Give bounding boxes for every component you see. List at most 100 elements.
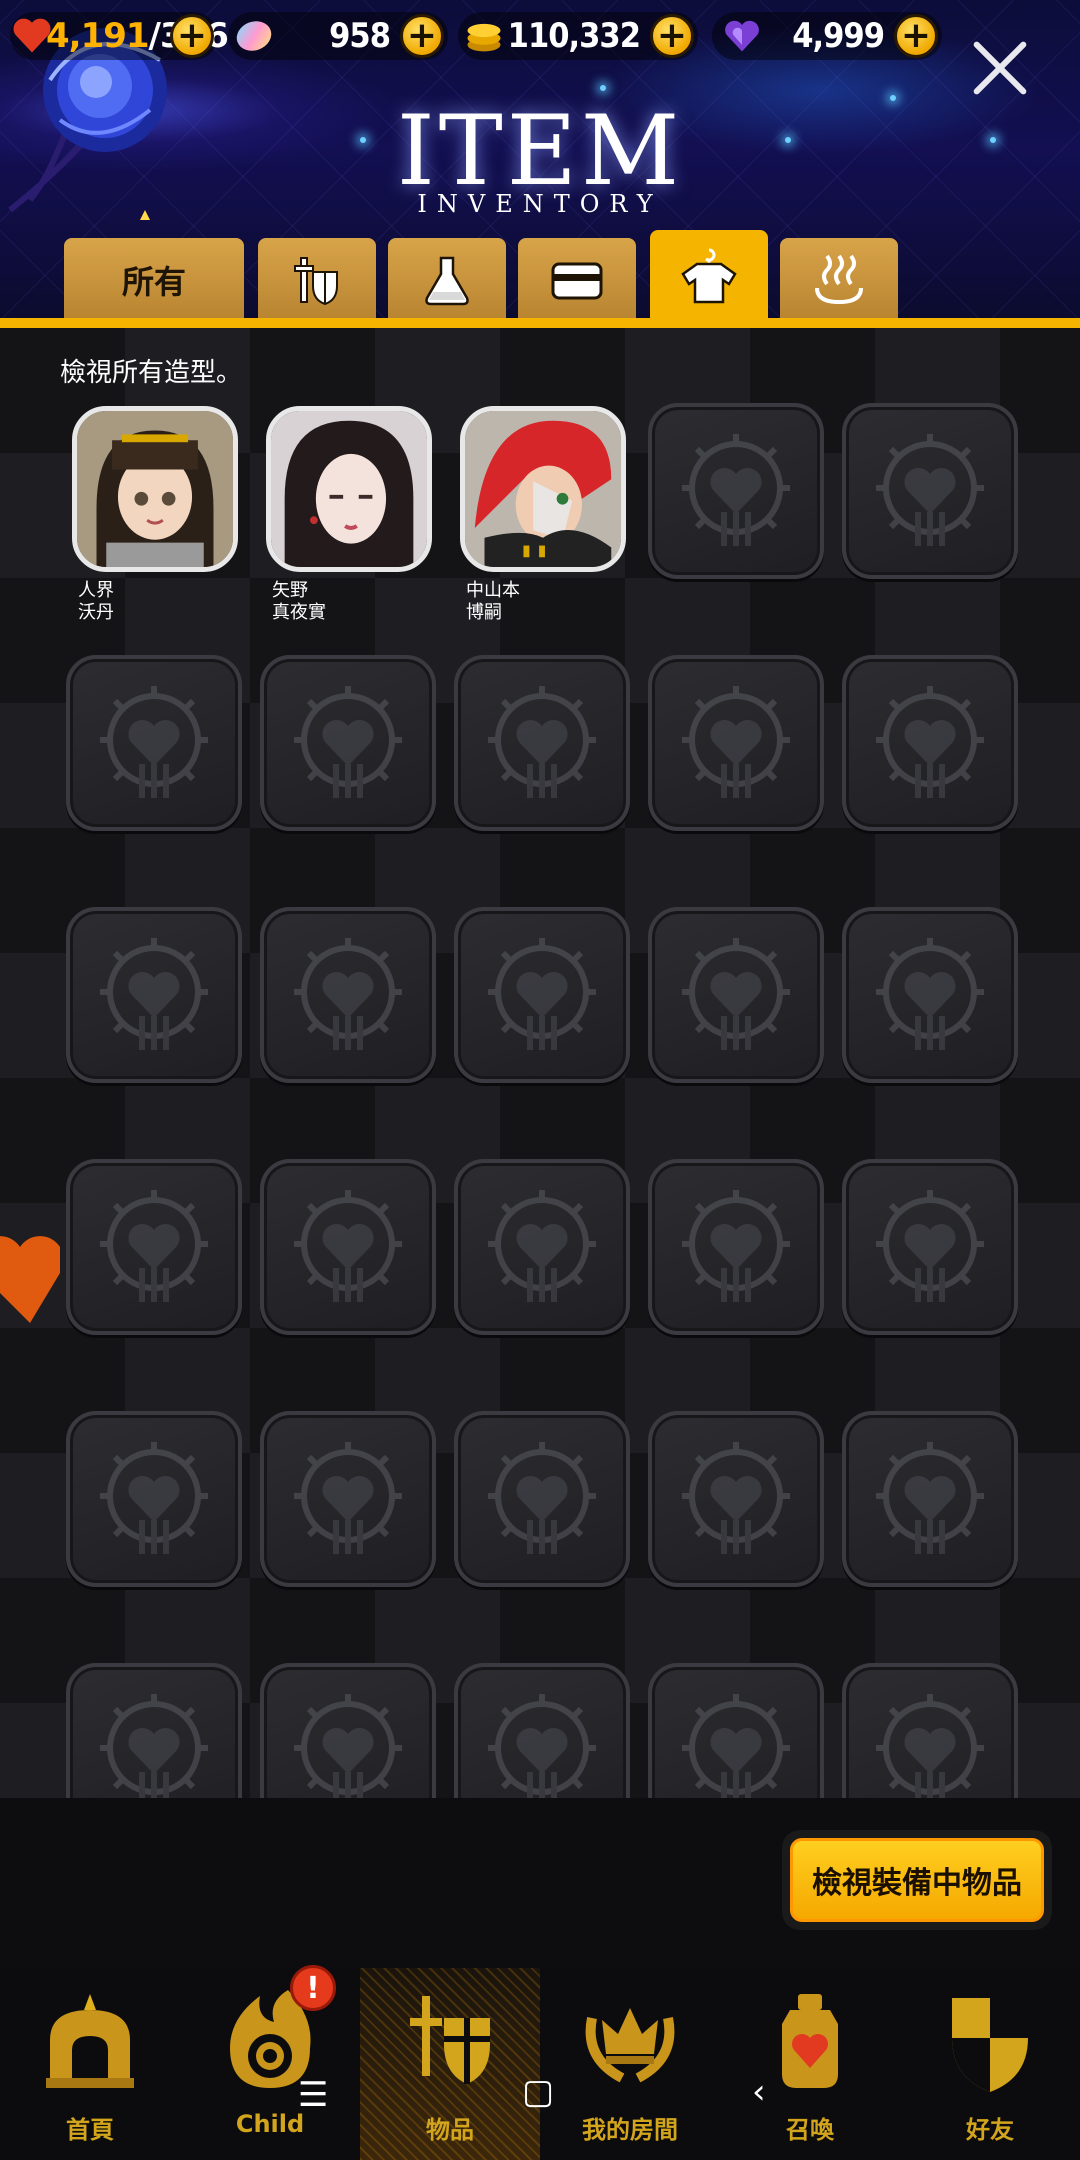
tab-consumables[interactable] <box>388 238 506 322</box>
empty-inventory-slot[interactable] <box>648 403 824 579</box>
character-name: 人界 沃丹 <box>78 580 114 624</box>
empty-inventory-slot[interactable] <box>454 1159 630 1335</box>
empty-inventory-slot[interactable] <box>842 655 1018 831</box>
locked-heart-emblem-icon <box>682 1190 790 1302</box>
close-button[interactable] <box>970 38 1030 98</box>
locked-heart-emblem-icon <box>488 686 596 798</box>
locked-heart-emblem-icon <box>488 1694 596 1798</box>
character-name-line2: 真夜實 <box>272 602 326 623</box>
empty-inventory-slot[interactable] <box>66 1159 242 1335</box>
locked-heart-emblem-icon <box>682 1442 790 1554</box>
rainbow-crystal-icon <box>236 21 272 51</box>
empty-inventory-slot[interactable] <box>260 1159 436 1335</box>
nav-summon-label: 召喚 <box>786 2116 834 2144</box>
tab-cards[interactable] <box>518 238 636 322</box>
header: 4,191/346 + 958 + 110,332 + <box>0 0 1080 330</box>
character-portrait <box>465 411 621 567</box>
empty-inventory-slot[interactable] <box>648 907 824 1083</box>
locked-heart-emblem-icon <box>876 1190 984 1302</box>
add-heart-gems-button[interactable]: + <box>894 14 938 58</box>
character-name-line1: 矢野 <box>272 580 308 601</box>
page-subtitle: INVENTORY <box>417 190 663 218</box>
empty-inventory-slot[interactable] <box>648 1159 824 1335</box>
empty-inventory-slot[interactable] <box>260 1663 436 1798</box>
empty-inventory-slot[interactable] <box>648 655 824 831</box>
empty-inventory-slot[interactable] <box>648 1663 824 1798</box>
empty-inventory-slot[interactable] <box>454 907 630 1083</box>
empty-inventory-slot[interactable] <box>260 907 436 1083</box>
nav-my-room[interactable]: 我的房間 <box>550 1968 710 2160</box>
locked-heart-emblem-icon <box>294 686 402 798</box>
view-equipped-items-button[interactable]: 檢視裝備中物品 <box>782 1830 1052 1930</box>
nav-friends-label: 好友 <box>966 2116 1014 2144</box>
locked-heart-emblem-icon <box>488 938 596 1050</box>
costume-slot[interactable] <box>72 406 238 572</box>
gem-counter: 958 + <box>228 12 448 60</box>
side-heart-decoration <box>0 1236 60 1323</box>
tab-costumes[interactable] <box>650 230 768 322</box>
locked-heart-emblem-icon <box>100 1190 208 1302</box>
system-back-icon[interactable]: ‹ <box>752 2072 766 2112</box>
locked-heart-emblem-icon <box>294 1190 402 1302</box>
empty-inventory-slot[interactable] <box>648 1411 824 1587</box>
locked-heart-emblem-icon <box>682 434 790 546</box>
bottom-nav: 首頁 Child 物品 我的房間 召喚 好友 <box>0 1968 1080 2160</box>
character-name-line2: 博嗣 <box>466 602 502 623</box>
costume-slot[interactable] <box>460 406 626 572</box>
locked-heart-emblem-icon <box>100 686 208 798</box>
empty-inventory-slot[interactable] <box>842 403 1018 579</box>
empty-inventory-slot[interactable] <box>66 1663 242 1798</box>
nav-home[interactable]: 首頁 <box>10 1968 170 2160</box>
add-gold-button[interactable]: + <box>650 14 694 58</box>
shirt-hanger-icon <box>681 248 737 304</box>
empty-inventory-slot[interactable] <box>454 655 630 831</box>
tab-hot-spring[interactable] <box>780 238 898 322</box>
child-alert-badge: ! <box>290 1965 336 2011</box>
locked-heart-emblem-icon <box>876 938 984 1050</box>
empty-inventory-slot[interactable] <box>66 655 242 831</box>
add-gems-button[interactable]: + <box>400 14 444 58</box>
tab-equipment[interactable] <box>258 238 376 322</box>
empty-inventory-slot[interactable] <box>260 655 436 831</box>
tabs-underline <box>0 318 1080 328</box>
tab-all[interactable]: 所有 <box>64 238 244 322</box>
purple-heart-gem-icon <box>725 20 759 52</box>
empty-inventory-slot[interactable] <box>260 1411 436 1587</box>
costume-slot[interactable] <box>266 406 432 572</box>
empty-inventory-slot[interactable] <box>842 1159 1018 1335</box>
sparkle <box>600 85 606 91</box>
locked-heart-emblem-icon <box>488 1442 596 1554</box>
nav-items[interactable]: 物品 <box>360 1968 540 2160</box>
sword-shield-icon <box>410 1996 490 2084</box>
empty-inventory-slot[interactable] <box>842 1411 1018 1587</box>
locked-heart-emblem-icon <box>294 938 402 1050</box>
locked-heart-emblem-icon <box>876 1442 984 1554</box>
character-portrait <box>77 411 233 567</box>
locked-heart-emblem-icon <box>294 1442 402 1554</box>
crown-laurel-icon <box>585 2008 675 2083</box>
nav-summon[interactable]: 召喚 <box>730 1968 890 2160</box>
character-name: 矢野 真夜實 <box>272 580 326 624</box>
add-stamina-button[interactable]: + <box>170 14 214 58</box>
character-portrait <box>271 411 427 567</box>
hot-spring-icon <box>815 254 863 305</box>
summon-bottle-icon <box>782 1994 838 2088</box>
empty-inventory-slot[interactable] <box>454 1663 630 1798</box>
locked-heart-emblem-icon <box>876 1694 984 1798</box>
empty-inventory-slot[interactable] <box>66 907 242 1083</box>
checkered-shield-icon <box>952 1998 1028 2092</box>
stamina-current: 4,191 <box>46 16 150 56</box>
system-home-icon[interactable]: ▢ <box>522 2072 554 2112</box>
system-menu-icon[interactable]: ☰ <box>298 2075 328 2115</box>
card-icon <box>551 262 603 300</box>
empty-inventory-slot[interactable] <box>842 1663 1018 1798</box>
character-name-line1: 中山本 <box>466 580 520 601</box>
knight-armor-icon <box>294 257 338 306</box>
empty-inventory-slot[interactable] <box>454 1411 630 1587</box>
hint-text: 檢視所有造型。 <box>60 358 243 388</box>
gem-value: 958 <box>329 16 391 56</box>
empty-inventory-slot[interactable] <box>842 907 1018 1083</box>
nav-friends[interactable]: 好友 <box>910 1968 1070 2160</box>
empty-inventory-slot[interactable] <box>66 1411 242 1587</box>
locked-heart-emblem-icon <box>682 1694 790 1798</box>
